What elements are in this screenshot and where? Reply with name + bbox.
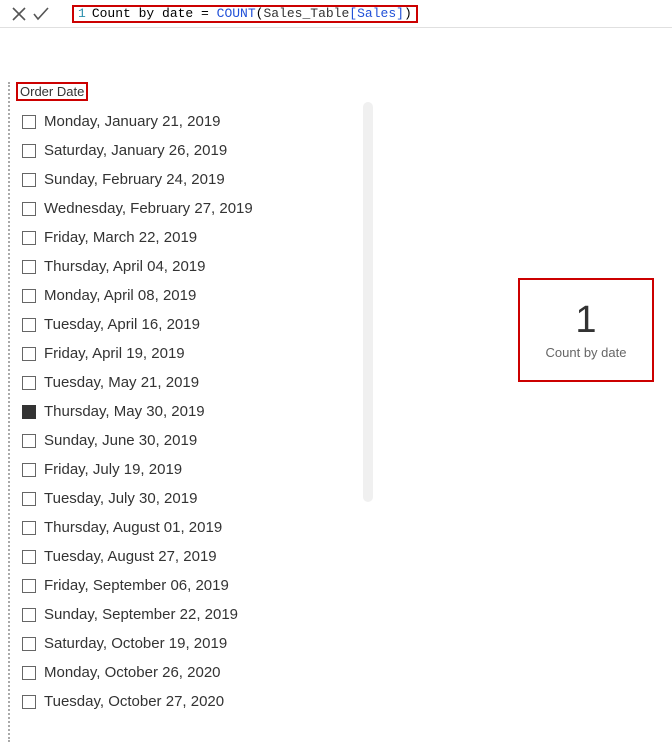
slicer-item-label: Tuesday, August 27, 2019 [44,548,217,565]
checkbox-icon[interactable] [22,144,36,158]
slicer-item-label: Tuesday, May 21, 2019 [44,374,199,391]
card-value: 1 [575,300,596,342]
checkbox-icon[interactable] [22,463,36,477]
checkbox-icon[interactable] [22,260,36,274]
checkbox-icon[interactable] [22,115,36,129]
formula-line-number: 1 [78,6,86,21]
slicer-item[interactable]: Thursday, May 30, 2019 [22,397,253,426]
checkbox-icon[interactable] [22,231,36,245]
checkbox-icon[interactable] [22,376,36,390]
slicer-header[interactable]: Order Date [16,82,88,101]
checkbox-icon[interactable] [22,695,36,709]
checkbox-icon[interactable] [22,550,36,564]
checkbox-icon[interactable] [22,202,36,216]
cancel-icon[interactable] [8,3,30,25]
slicer-item-label: Monday, April 08, 2019 [44,287,196,304]
slicer-item[interactable]: Saturday, January 26, 2019 [22,136,253,165]
slicer-item-label: Thursday, August 01, 2019 [44,519,222,536]
slicer-item-label: Friday, March 22, 2019 [44,229,197,246]
commit-icon[interactable] [30,3,52,25]
slicer-item[interactable]: Friday, July 19, 2019 [22,455,253,484]
slicer-item[interactable]: Monday, January 21, 2019 [22,107,253,136]
checkbox-icon[interactable] [22,608,36,622]
slicer-item-label: Saturday, January 26, 2019 [44,142,227,159]
slicer-item-label: Tuesday, October 27, 2020 [44,693,224,710]
slicer-item[interactable]: Tuesday, August 27, 2019 [22,542,253,571]
slicer-item[interactable]: Thursday, April 04, 2019 [22,252,253,281]
slicer-item[interactable]: Sunday, September 22, 2019 [22,600,253,629]
checkbox-icon[interactable] [22,289,36,303]
slicer-scrollbar[interactable] [363,102,373,502]
slicer-item-label: Tuesday, April 16, 2019 [44,316,200,333]
slicer-item-label: Monday, January 21, 2019 [44,113,221,130]
formula-bar-top: 1 Count by date = COUNT(Sales_Table[Sale… [0,0,672,28]
slicer-checkbox-list: Monday, January 21, 2019 Saturday, Januar… [22,107,253,716]
checkbox-icon[interactable] [22,405,36,419]
slicer-item[interactable]: Sunday, June 30, 2019 [22,426,253,455]
checkbox-icon[interactable] [22,434,36,448]
slicer-item[interactable]: Monday, October 26, 2020 [22,658,253,687]
slicer-item-label: Sunday, February 24, 2019 [44,171,225,188]
checkbox-icon[interactable] [22,347,36,361]
slicer-item-label: Sunday, June 30, 2019 [44,432,197,449]
slicer-item-label: Friday, July 19, 2019 [44,461,182,478]
slicer-item-label: Tuesday, July 30, 2019 [44,490,197,507]
slicer-item[interactable]: Monday, April 08, 2019 [22,281,253,310]
slicer-item-label: Thursday, May 30, 2019 [44,403,205,420]
slicer-item[interactable]: Tuesday, April 16, 2019 [22,310,253,339]
slicer-item[interactable]: Friday, September 06, 2019 [22,571,253,600]
slicer-item[interactable]: Tuesday, July 30, 2019 [22,484,253,513]
slicer-item-label: Thursday, April 04, 2019 [44,258,205,275]
checkbox-icon[interactable] [22,318,36,332]
slicer-item-label: Monday, October 26, 2020 [44,664,221,681]
checkbox-icon[interactable] [22,579,36,593]
date-slicer: Order Date Monday, January 21, 2019 Satur… [16,82,253,742]
slicer-item-label: Saturday, October 19, 2019 [44,635,227,652]
slicer-item-label: Friday, September 06, 2019 [44,577,229,594]
checkbox-icon[interactable] [22,637,36,651]
slicer-item[interactable]: Friday, March 22, 2019 [22,223,253,252]
checkbox-icon[interactable] [22,492,36,506]
visual-selection-edge [8,82,10,742]
slicer-item-label: Sunday, September 22, 2019 [44,606,238,623]
slicer-item[interactable]: Sunday, February 24, 2019 [22,165,253,194]
formula-text: Count by date = COUNT(Sales_Table[Sales]… [92,6,412,21]
checkbox-icon[interactable] [22,521,36,535]
card-label: Count by date [546,345,627,360]
slicer-item-label: Friday, April 19, 2019 [44,345,185,362]
formula-bar[interactable]: 1 Count by date = COUNT(Sales_Table[Sale… [72,5,418,23]
slicer-item[interactable]: Friday, April 19, 2019 [22,339,253,368]
slicer-item[interactable]: Thursday, August 01, 2019 [22,513,253,542]
slicer-item[interactable]: Saturday, October 19, 2019 [22,629,253,658]
slicer-item-label: Wednesday, February 27, 2019 [44,200,253,217]
slicer-item[interactable]: Tuesday, October 27, 2020 [22,687,253,716]
count-card-visual[interactable]: 1 Count by date [518,278,654,382]
slicer-item[interactable]: Wednesday, February 27, 2019 [22,194,253,223]
slicer-item[interactable]: Tuesday, May 21, 2019 [22,368,253,397]
checkbox-icon[interactable] [22,173,36,187]
checkbox-icon[interactable] [22,666,36,680]
